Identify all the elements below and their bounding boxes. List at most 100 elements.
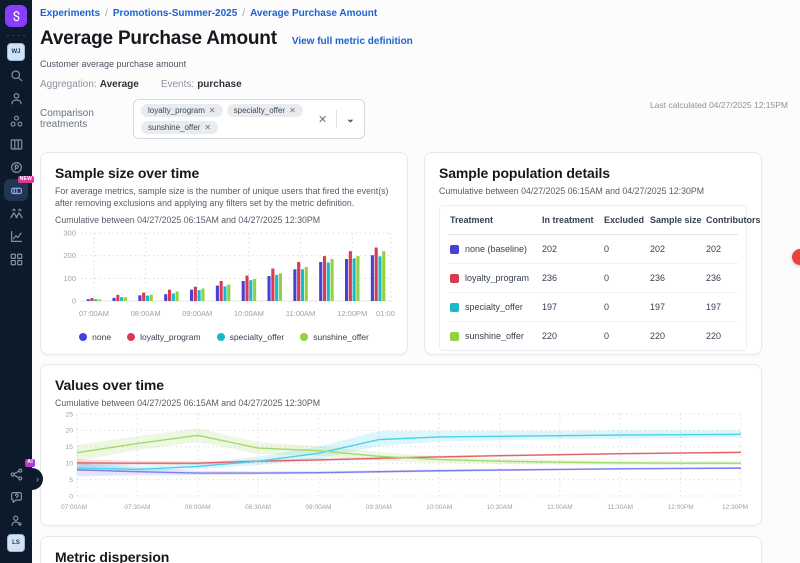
sidebar-item-feature-gates[interactable] — [4, 133, 28, 155]
treatments-multiselect[interactable]: loyalty_program✕specialty_offer✕sunshine… — [133, 99, 365, 139]
chevron-down-icon[interactable]: ⌄ — [344, 114, 356, 125]
legend-item[interactable]: loyalty_program — [127, 332, 200, 342]
svg-text:200: 200 — [63, 251, 76, 260]
treatment-chip[interactable]: sunshine_offer✕ — [141, 121, 218, 134]
legend-item[interactable]: specialty_offer — [217, 332, 285, 342]
card-title: Sample size over time — [55, 165, 393, 181]
legend-label: loyalty_program — [140, 332, 200, 342]
table-cell-value: 236 — [540, 264, 602, 292]
sidebar-item-pulse[interactable] — [4, 156, 28, 178]
sidebar-item-ai-assistant[interactable]: AI — [4, 463, 28, 485]
breadcrumb-experiments[interactable]: Experiments — [40, 8, 100, 19]
chip-remove-icon[interactable]: ✕ — [289, 106, 296, 115]
population-table-body: none (baseline)2020202202loyalty_program… — [448, 235, 738, 350]
sidebar-item-experiments[interactable]: NEW — [4, 179, 28, 201]
table-cell-value: 202 — [648, 235, 704, 263]
treatment-chip[interactable]: specialty_offer✕ — [227, 104, 303, 117]
view-metric-definition-link[interactable]: View full metric definition — [292, 36, 413, 47]
svg-text:5: 5 — [69, 477, 73, 484]
person-add-icon — [9, 513, 24, 528]
population-table-header: TreatmentIn treatmentExcludedSample size… — [448, 206, 738, 235]
chip-remove-icon[interactable]: ✕ — [204, 123, 211, 132]
legend-item[interactable]: sunshine_offer — [300, 332, 369, 342]
cards-row: Sample size over time For average metric… — [40, 152, 800, 355]
events-field: Events:purchase — [161, 79, 242, 90]
table-row: loyalty_program2360236236 — [448, 264, 738, 293]
table-column-header: Sample size — [648, 206, 704, 234]
svg-text:01:00PM: 01:00PM — [376, 309, 395, 318]
card-title: Sample population details — [439, 165, 747, 181]
aggregation-value: Average — [100, 79, 139, 90]
svg-text:100: 100 — [63, 274, 76, 283]
cumulative-range: Cumulative between 04/27/2025 06:15AM an… — [55, 215, 393, 225]
card-description: For average metrics, sample size is the … — [55, 186, 393, 210]
cumulative-range: Cumulative between 04/27/2025 06:15AM an… — [55, 398, 747, 408]
user-menu[interactable]: LS — [4, 532, 28, 554]
comparison-treatments-label: Comparison treatments — [40, 108, 133, 130]
svg-text:11:30AM: 11:30AM — [607, 504, 633, 511]
svg-text:0: 0 — [69, 493, 73, 500]
svg-text:12:00PM: 12:00PM — [337, 309, 367, 318]
sidebar-divider — [6, 35, 26, 36]
expand-chevron-icon: › — [36, 474, 39, 484]
svg-text:0: 0 — [72, 296, 76, 305]
svg-text:07:00AM: 07:00AM — [61, 504, 87, 511]
treatment-color-swatch — [450, 303, 459, 312]
clear-all-icon[interactable]: ✕ — [316, 113, 329, 126]
main-content: Experiments/Promotions-Summer-2025/Avera… — [32, 0, 800, 563]
table-cell-value: 202 — [704, 235, 756, 263]
legend-dot — [79, 333, 87, 341]
sidebar-item-segments[interactable] — [4, 110, 28, 132]
metric-meta-row: Aggregation:Average Events:purchase — [40, 79, 800, 90]
help-chat-icon — [9, 490, 24, 505]
svg-text:07:30AM: 07:30AM — [124, 504, 150, 511]
sidebar: WJ NEW AI — [0, 0, 32, 563]
bar-chart-legend: none loyalty_program specialty_offer sunshi… — [55, 332, 393, 342]
table-cell-value: 0 — [602, 264, 648, 292]
svg-text:11:00AM: 11:00AM — [286, 309, 315, 318]
treatment-chip-label: loyalty_program — [148, 106, 205, 115]
sidebar-item-dashboards[interactable] — [4, 248, 28, 270]
treatment-chip[interactable]: loyalty_program ✕ — [141, 104, 223, 117]
table-cell-value: 197 — [540, 293, 602, 321]
table-cell-value: 236 — [704, 264, 756, 292]
workspace-switcher[interactable]: WJ — [4, 41, 28, 63]
legend-label: sunshine_offer — [313, 332, 369, 342]
svg-text:10:30AM: 10:30AM — [487, 504, 513, 511]
svg-text:09:00AM: 09:00AM — [305, 504, 331, 511]
sidebar-item-metrics[interactable] — [4, 225, 28, 247]
svg-text:10:00AM: 10:00AM — [426, 504, 452, 511]
table-column-header: Excluded — [602, 206, 648, 234]
person-icon — [9, 91, 24, 106]
svg-text:11:00AM: 11:00AM — [547, 504, 573, 511]
breadcrumb-experiment-name[interactable]: Promotions-Summer-2025 — [113, 8, 237, 19]
sidebar-item-help[interactable] — [4, 486, 28, 508]
svg-text:07:00AM: 07:00AM — [79, 309, 109, 318]
svg-text:12:30PM: 12:30PM — [722, 504, 748, 511]
sidebar-item-users[interactable] — [4, 87, 28, 109]
legend-dot — [217, 333, 225, 341]
values-line-chart: 051015202507:00AM07:30AM08:00AM08:30AM09… — [55, 408, 749, 514]
sidebar-item-autotune[interactable] — [4, 202, 28, 224]
app-window: WJ NEW AI — [0, 0, 800, 563]
treatment-color-swatch — [450, 274, 459, 283]
sidebar-item-invite[interactable] — [4, 509, 28, 531]
treatment-name: sunshine_offer — [465, 331, 524, 341]
treatment-color-swatch — [450, 332, 459, 341]
peaks-icon — [9, 206, 24, 221]
chip-remove-icon[interactable]: ✕ — [209, 106, 216, 115]
sample-size-bar-chart: 010020030007:00AM08:00AM09:00AM10:00AM11… — [55, 225, 395, 325]
grid-icon — [9, 252, 24, 267]
legend-item[interactable]: none — [79, 332, 111, 342]
last-calculated-text: Last calculated 04/27/2025 12:15PM — [650, 100, 788, 110]
events-label: Events: — [161, 79, 194, 90]
sidebar-item-search[interactable] — [4, 64, 28, 86]
values-over-time-card: Values over time Cumulative between 04/2… — [40, 364, 762, 526]
table-cell-value: 0 — [602, 235, 648, 263]
svg-text:25: 25 — [65, 411, 73, 418]
table-column-header: Contributors — [704, 206, 756, 234]
statsig-logo[interactable] — [5, 5, 27, 27]
legend-label: specialty_offer — [230, 332, 285, 342]
breadcrumb-metric-name: Average Purchase Amount — [250, 8, 377, 19]
treatment-name: none (baseline) — [465, 244, 527, 254]
